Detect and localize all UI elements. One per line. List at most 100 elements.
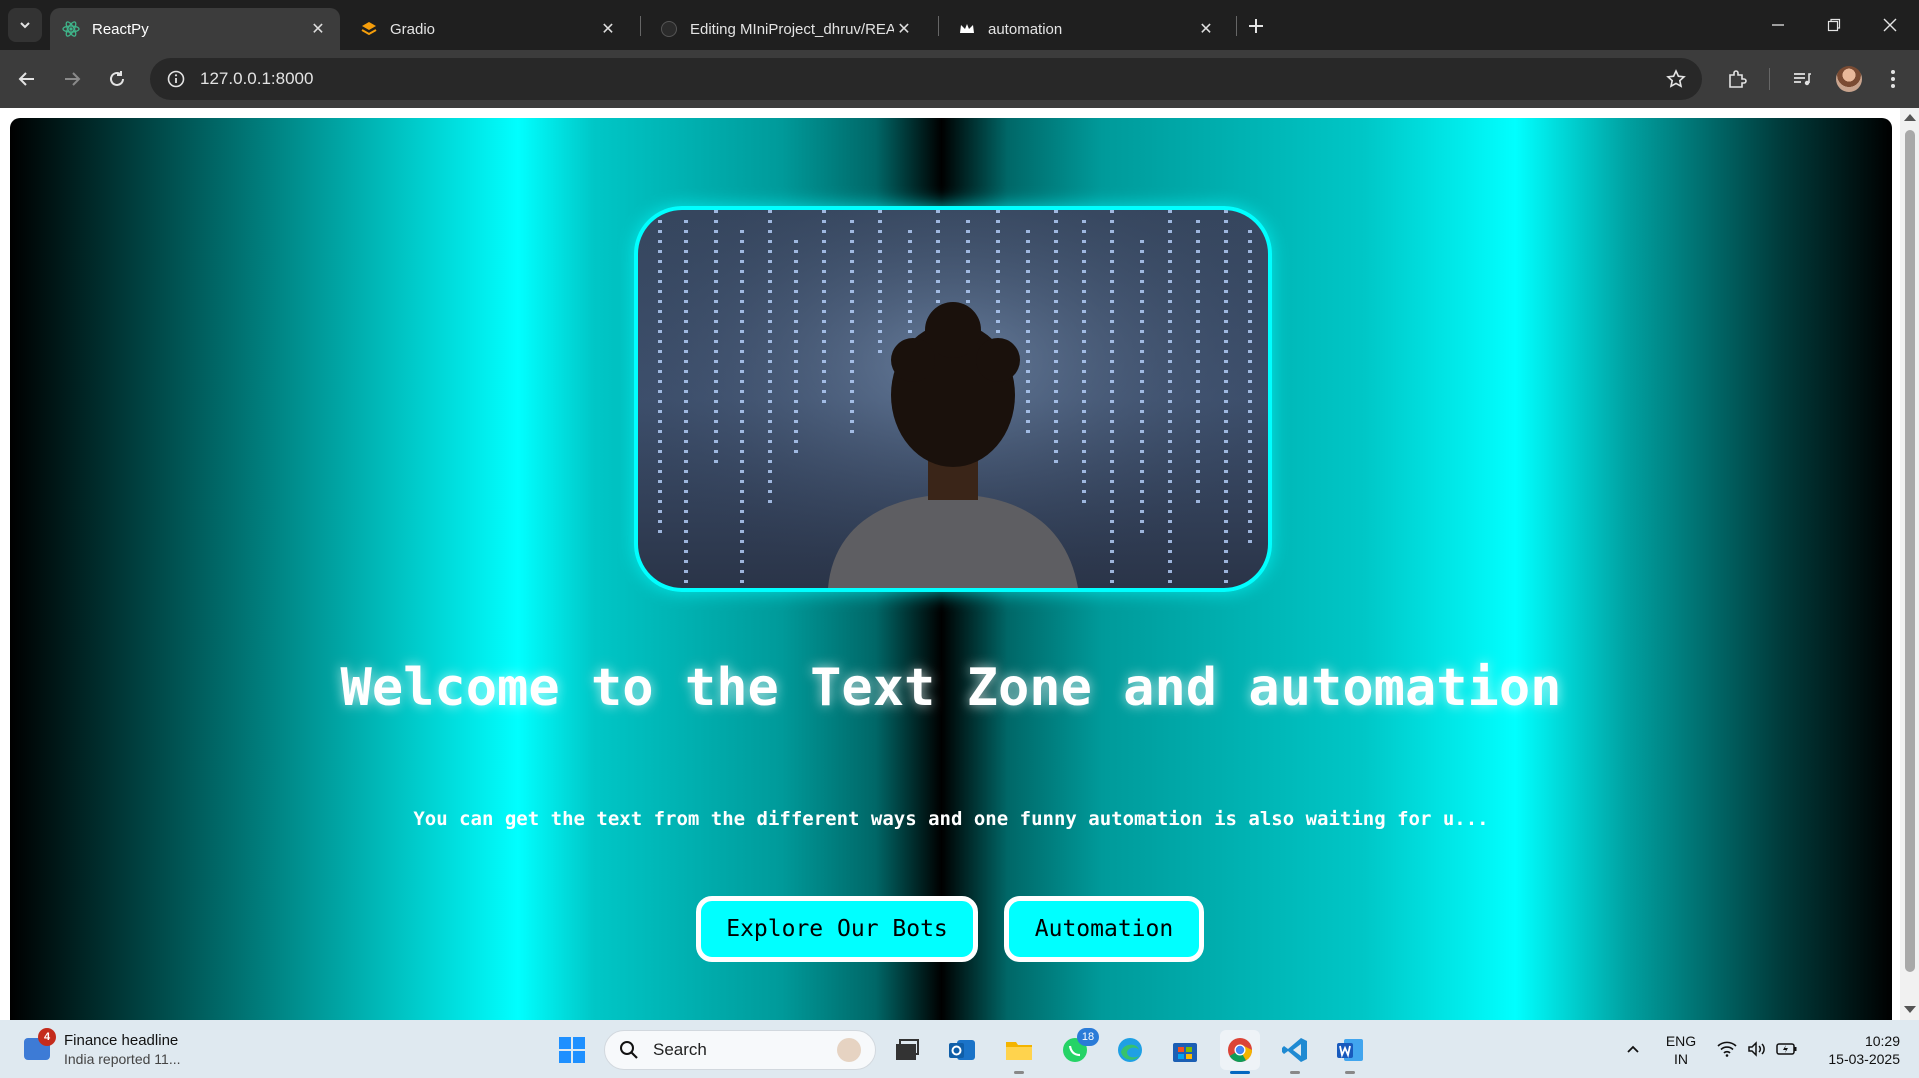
store-icon <box>1173 1043 1197 1062</box>
whatsapp-app[interactable]: 18 <box>1055 1028 1099 1070</box>
close-icon[interactable]: ✕ <box>308 19 328 39</box>
github-icon <box>660 20 678 38</box>
profile-avatar[interactable] <box>1836 66 1862 92</box>
extensions-button[interactable] <box>1720 62 1754 96</box>
running-indicator <box>1345 1071 1355 1074</box>
news-summary: India reported 11... <box>64 1051 181 1067</box>
minimize-icon <box>1772 24 1784 26</box>
search-highlight-icon <box>837 1038 861 1062</box>
media-queue-icon <box>1794 73 1811 86</box>
vscode-icon <box>1282 1038 1307 1062</box>
arrow-left-icon <box>18 72 34 86</box>
reload-button[interactable] <box>100 62 134 96</box>
windows-logo-icon <box>559 1037 585 1063</box>
restore-button[interactable] <box>1814 8 1854 42</box>
new-tab-button[interactable] <box>1242 12 1270 40</box>
outlook-icon <box>949 1040 975 1060</box>
close-icon[interactable]: ✕ <box>894 19 914 39</box>
clock-time: 10:29 <box>1864 1033 1900 1049</box>
kebab-menu-icon <box>1891 70 1895 88</box>
browser-toolbar: 127.0.0.1:8000 <box>0 50 1919 108</box>
forward-button[interactable] <box>55 62 89 96</box>
back-button[interactable] <box>10 62 44 96</box>
close-icon[interactable]: ✕ <box>1196 19 1216 39</box>
vscode-app[interactable] <box>1275 1030 1315 1074</box>
search-label: Search <box>653 1040 707 1059</box>
running-indicator <box>1230 1071 1250 1074</box>
landing-page: Welcome to the Text Zone and automation … <box>10 118 1892 1020</box>
file-explorer-app[interactable] <box>999 1030 1039 1074</box>
search-icon <box>620 1041 638 1059</box>
show-hidden-icons-button[interactable] <box>1622 1038 1644 1060</box>
scrollbar-thumb[interactable] <box>1905 130 1915 972</box>
notification-badge: 4 <box>38 1028 56 1046</box>
input-language-indicator[interactable]: ENG IN <box>1664 1032 1698 1068</box>
news-widget[interactable]: 4 Finance headline India reported 11... <box>20 1028 220 1070</box>
tab-gradio[interactable]: Gradio ✕ <box>348 8 630 50</box>
tab-separator <box>640 16 641 36</box>
media-controls-button[interactable] <box>1785 62 1819 96</box>
tab-separator <box>1236 16 1237 36</box>
tab-search-button[interactable] <box>8 8 42 42</box>
folder-icon <box>1006 1042 1032 1060</box>
running-indicator <box>1290 1071 1300 1074</box>
address-bar[interactable]: 127.0.0.1:8000 <box>150 58 1702 100</box>
wifi-icon[interactable] <box>1716 1038 1738 1060</box>
close-icon[interactable]: ✕ <box>598 19 618 39</box>
whatsapp-badge: 18 <box>1077 1028 1099 1046</box>
browser-menu-button[interactable] <box>1876 62 1910 96</box>
windows-taskbar: 4 Finance headline India reported 11... … <box>0 1020 1919 1078</box>
start-button[interactable] <box>552 1030 592 1070</box>
battery-charging-icon[interactable] <box>1776 1038 1798 1060</box>
taskbar-search[interactable]: Search <box>604 1030 876 1070</box>
scroll-down-arrow[interactable] <box>1904 1006 1916 1013</box>
arrow-right-icon <box>65 72 81 86</box>
system-clock[interactable]: 10:29 15-03-2025 <box>1812 1032 1900 1068</box>
reload-icon <box>110 71 124 86</box>
task-view-icon <box>896 1039 919 1060</box>
region-code: IN <box>1674 1051 1688 1067</box>
volume-icon[interactable] <box>1746 1038 1768 1060</box>
url-text[interactable]: 127.0.0.1:8000 <box>200 69 313 89</box>
edge-icon <box>1118 1038 1142 1062</box>
clock-date: 15-03-2025 <box>1828 1051 1900 1067</box>
vertical-scrollbar[interactable] <box>1900 108 1919 1020</box>
puzzle-icon <box>1729 70 1747 88</box>
news-headline: Finance headline <box>64 1032 179 1049</box>
chevron-up-icon <box>1627 1045 1639 1053</box>
restore-icon <box>1827 18 1841 32</box>
close-window-button[interactable] <box>1870 8 1910 42</box>
edge-app[interactable] <box>1110 1030 1150 1070</box>
tab-title: ReactPy <box>92 20 149 38</box>
tab-automation[interactable]: automation ✕ <box>946 8 1228 50</box>
tab-github-editing[interactable]: Editing MIniProject_dhruv/READ ✕ <box>648 8 926 50</box>
chrome-app[interactable] <box>1220 1030 1260 1074</box>
page-viewport: Welcome to the Text Zone and automation … <box>0 108 1919 1020</box>
bookmark-star-icon[interactable] <box>1664 67 1688 91</box>
task-view-button[interactable] <box>886 1030 926 1070</box>
browser-tab-strip: ReactPy ✕ Gradio ✕ Editing MIniProject_d… <box>0 0 1919 50</box>
tab-title: Editing MIniProject_dhruv/READ <box>690 20 894 38</box>
digital-code-person-illustration <box>638 210 1268 588</box>
tab-separator <box>938 16 939 36</box>
language-code: ENG <box>1665 1033 1697 1049</box>
automation-button[interactable]: Automation <box>1004 896 1204 962</box>
site-info-icon[interactable] <box>156 59 196 99</box>
tab-title: automation <box>988 20 1063 38</box>
page-title: Welcome to the Text Zone and automation <box>340 658 1562 718</box>
gradio-icon <box>360 20 378 38</box>
explore-bots-button[interactable]: Explore Our Bots <box>696 896 978 962</box>
crown-icon <box>958 20 976 38</box>
toolbar-divider <box>1769 68 1770 90</box>
word-app[interactable] <box>1330 1030 1370 1074</box>
tab-title: Gradio <box>390 20 436 38</box>
microsoft-store-app[interactable] <box>1165 1030 1205 1070</box>
scroll-up-arrow[interactable] <box>1904 114 1916 121</box>
minimize-button[interactable] <box>1758 8 1798 42</box>
chrome-icon <box>1228 1038 1252 1063</box>
word-icon <box>1337 1039 1363 1061</box>
tab-reactpy[interactable]: ReactPy ✕ <box>50 8 340 50</box>
react-icon <box>62 20 80 38</box>
page-subtitle: You can get the text from the different … <box>413 808 1489 830</box>
outlook-app[interactable] <box>942 1030 982 1070</box>
